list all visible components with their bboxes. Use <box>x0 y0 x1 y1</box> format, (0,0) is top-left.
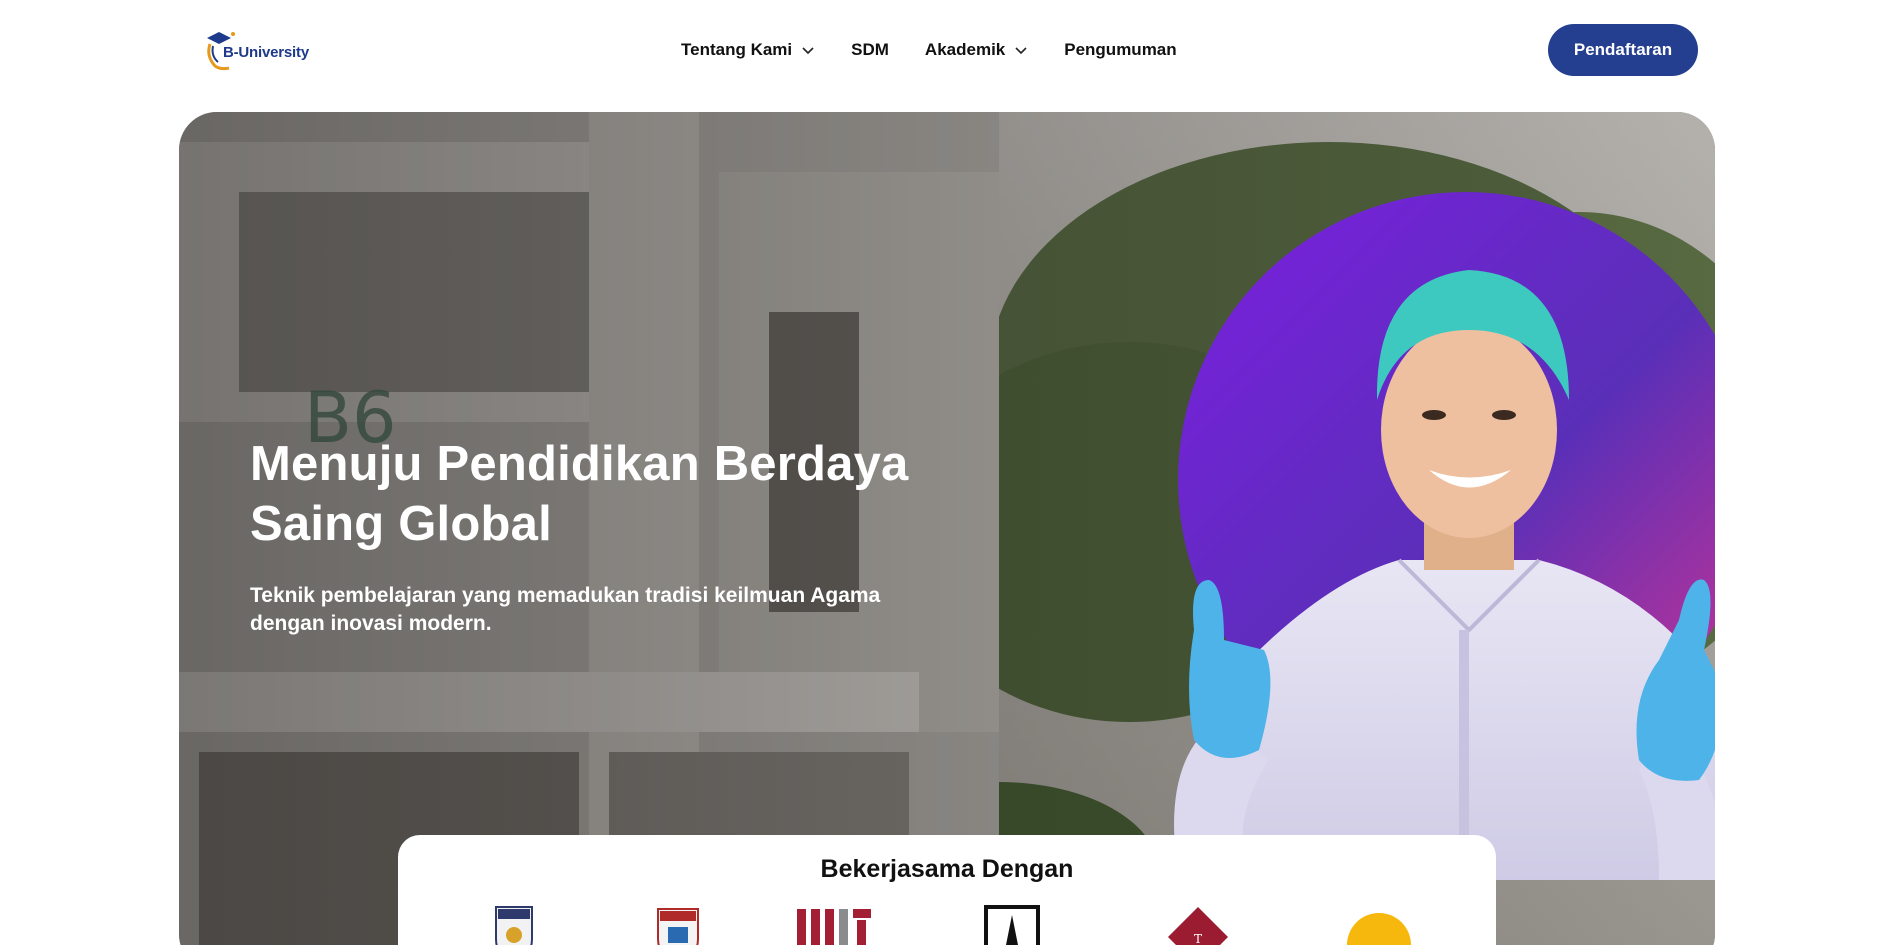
nav-item-pengumuman[interactable]: Pengumuman <box>1064 40 1176 60</box>
hero-subtitle: Teknik pembelajaran yang memadukan tradi… <box>250 584 881 635</box>
nav-label: SDM <box>851 40 889 59</box>
diamond-logo-icon[interactable]: T <box>1166 905 1230 945</box>
hero-section: B6 Menuju Pendidikan Berdaya Saing Globa… <box>179 112 1715 945</box>
partner-card: Bekerjasama Dengan T <box>398 835 1496 945</box>
chevron-down-icon <box>1015 47 1027 55</box>
brand-name: B-University <box>223 44 309 61</box>
nav-item-sdm[interactable]: SDM <box>851 40 889 60</box>
partner-title: Bekerjasama Dengan <box>820 855 1074 883</box>
hero-title: Menuju Pendidikan Berdaya Saing Global <box>250 437 909 551</box>
registration-button[interactable]: Pendaftaran <box>1548 24 1698 76</box>
nav-label: Akademik <box>924 40 1006 59</box>
mit-logo-icon[interactable] <box>797 905 871 945</box>
partner-logos: T <box>398 905 1496 945</box>
svg-text:T: T <box>1194 932 1202 945</box>
nav-label: Pengumuman <box>1064 40 1177 59</box>
brand-logo[interactable]: B-University <box>203 26 323 72</box>
site-header: B-University Tentang Kami SDM Akademik P… <box>0 0 1890 100</box>
sun-logo-icon[interactable] <box>1344 905 1414 945</box>
tower-logo-icon[interactable] <box>982 905 1042 945</box>
chevron-down-icon <box>802 47 814 55</box>
nav-item-tentang-kami[interactable]: Tentang Kami <box>681 40 815 60</box>
student-thumbs-up-image <box>1174 192 1715 880</box>
nav-item-akademik[interactable]: Akademik <box>925 40 1028 60</box>
crest-logo-2-icon[interactable] <box>656 905 700 945</box>
nav-label: Tentang Kami <box>681 40 793 59</box>
crest-logo-1-icon[interactable] <box>494 905 534 945</box>
main-nav: Tentang Kami SDM Akademik Pengumuman <box>681 36 1213 64</box>
